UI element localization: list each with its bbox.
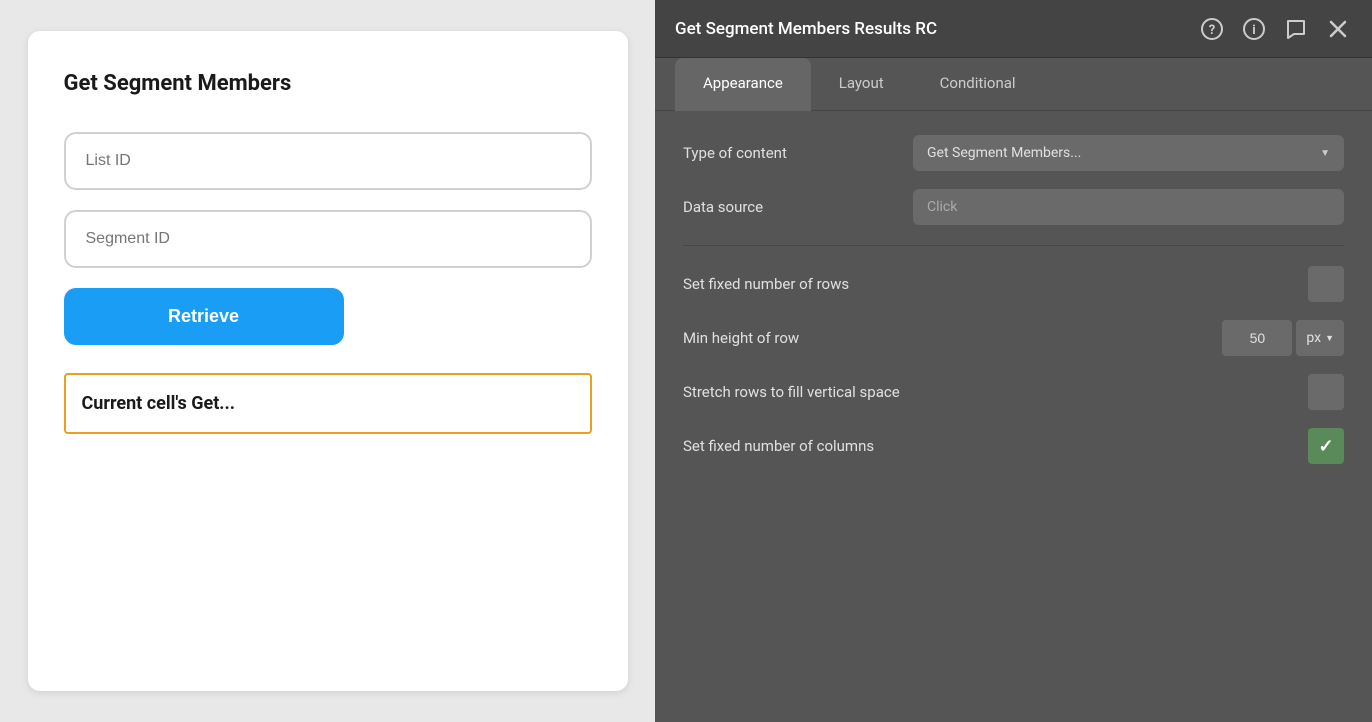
min-height-input[interactable] <box>1222 320 1292 356</box>
min-height-label: Min height of row <box>683 329 799 347</box>
tabs: Appearance Layout Conditional <box>655 58 1372 111</box>
tab-appearance[interactable]: Appearance <box>675 58 811 111</box>
type-of-content-dropdown[interactable]: Get Segment Members... ▼ <box>913 135 1344 171</box>
type-of-content-label: Type of content <box>683 144 913 162</box>
set-fixed-columns-label: Set fixed number of columns <box>683 437 874 455</box>
right-panel: Get Segment Members Results RC ? i <box>655 0 1372 722</box>
left-panel: Get Segment Members Retrieve Current cel… <box>0 0 655 722</box>
set-fixed-columns-row: Set fixed number of columns ✓ <box>683 428 1344 464</box>
dropdown-arrow-icon: ▼ <box>1320 148 1330 159</box>
tab-conditional[interactable]: Conditional <box>912 58 1044 111</box>
retrieve-button[interactable]: Retrieve <box>64 288 344 345</box>
svg-text:i: i <box>1252 23 1255 38</box>
type-of-content-control: Get Segment Members... ▼ <box>913 135 1344 171</box>
comment-icon[interactable] <box>1282 15 1310 43</box>
data-source-control: Click <box>913 189 1344 225</box>
list-id-input[interactable] <box>64 132 592 190</box>
unit-value: px <box>1306 330 1321 346</box>
header-icons: ? i <box>1198 15 1352 43</box>
min-height-row: Min height of row px ▼ <box>683 320 1344 356</box>
help-icon[interactable]: ? <box>1198 15 1226 43</box>
segment-id-input[interactable] <box>64 210 592 268</box>
data-source-input[interactable]: Click <box>913 189 1344 225</box>
close-icon[interactable] <box>1324 15 1352 43</box>
set-fixed-rows-row: Set fixed number of rows <box>683 266 1344 302</box>
type-of-content-value: Get Segment Members... <box>927 145 1081 161</box>
panel-title: Get Segment Members Results RC <box>675 19 937 39</box>
current-cell-box: Current cell's Get... <box>64 373 592 434</box>
form-title: Get Segment Members <box>64 71 592 96</box>
stretch-rows-row: Stretch rows to fill vertical space <box>683 374 1344 410</box>
data-source-row: Data source Click <box>683 189 1344 225</box>
set-fixed-rows-label: Set fixed number of rows <box>683 275 849 293</box>
set-fixed-columns-toggle[interactable]: ✓ <box>1308 428 1344 464</box>
unit-dropdown[interactable]: px ▼ <box>1296 320 1344 356</box>
svg-text:?: ? <box>1209 23 1215 38</box>
checkmark-icon: ✓ <box>1318 436 1333 457</box>
divider-1 <box>683 245 1344 246</box>
stretch-rows-label: Stretch rows to fill vertical space <box>683 383 900 401</box>
panel-content: Type of content Get Segment Members... ▼… <box>655 111 1372 722</box>
panel-header: Get Segment Members Results RC ? i <box>655 0 1372 58</box>
form-card: Get Segment Members Retrieve Current cel… <box>28 31 628 691</box>
info-icon[interactable]: i <box>1240 15 1268 43</box>
set-fixed-rows-toggle[interactable] <box>1308 266 1344 302</box>
stretch-rows-toggle[interactable] <box>1308 374 1344 410</box>
tab-layout[interactable]: Layout <box>811 58 912 111</box>
min-height-control: px ▼ <box>1222 320 1344 356</box>
unit-dropdown-arrow-icon: ▼ <box>1325 333 1334 344</box>
data-source-label: Data source <box>683 198 913 216</box>
type-of-content-row: Type of content Get Segment Members... ▼ <box>683 135 1344 171</box>
